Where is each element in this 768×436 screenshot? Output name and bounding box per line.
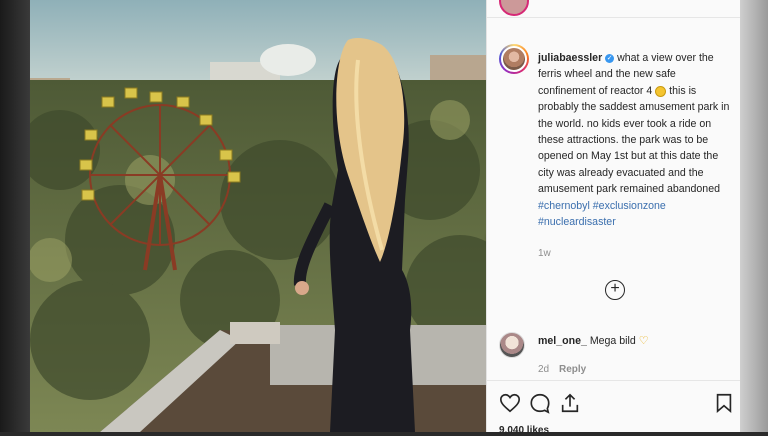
post-sidebar: juliabaessler ✓ what a view over the fer… [486, 0, 741, 436]
bookmark-icon[interactable] [713, 392, 735, 414]
comment-avatar[interactable] [499, 332, 525, 358]
screen-frame: › juliabaessler ✓ what a view over the f… [0, 0, 768, 436]
post-photo[interactable]: › [30, 0, 486, 432]
verified-badge-icon: ✓ [605, 53, 615, 63]
caption-body-2: this is probably the saddest amusement p… [538, 84, 730, 196]
comment-bubble-icon[interactable] [529, 392, 551, 414]
comment: mel_one_ Mega bild ♡ [538, 334, 649, 347]
comment-reply-button[interactable]: Reply [559, 364, 586, 375]
likes-count[interactable]: 9,040 likes [499, 425, 549, 436]
photo-illustration [30, 0, 486, 432]
right-border [740, 0, 768, 432]
hashtag-chernobyl[interactable]: #chernobyl [538, 200, 590, 212]
caption-username[interactable]: juliabaessler [538, 52, 602, 64]
actions-divider [487, 380, 741, 381]
left-border [0, 0, 30, 432]
comment-body: Mega bild [586, 335, 639, 347]
caption-text: juliabaessler ✓ what a view over the fer… [538, 50, 734, 230]
heart-icon[interactable] [499, 392, 521, 414]
header-divider [487, 17, 741, 18]
comment-username[interactable]: mel_one_ [538, 335, 587, 347]
caption-avatar[interactable] [499, 44, 529, 74]
hashtag-nucleardisaster[interactable]: #nucleardisaster [538, 216, 616, 228]
smiling-face-emoji-icon [655, 85, 667, 97]
yellow-heart-emoji-icon: ♡ [638, 335, 649, 347]
plus-circle-icon: + [610, 280, 620, 297]
load-more-comments-button[interactable]: + [605, 280, 625, 300]
header-avatar[interactable] [499, 0, 529, 16]
hashtag-exclusionzone[interactable]: #exclusionzone [593, 200, 666, 212]
post-timestamp: 1w [538, 248, 551, 259]
comment-timestamp: 2d [538, 364, 550, 375]
share-icon[interactable] [559, 392, 581, 414]
